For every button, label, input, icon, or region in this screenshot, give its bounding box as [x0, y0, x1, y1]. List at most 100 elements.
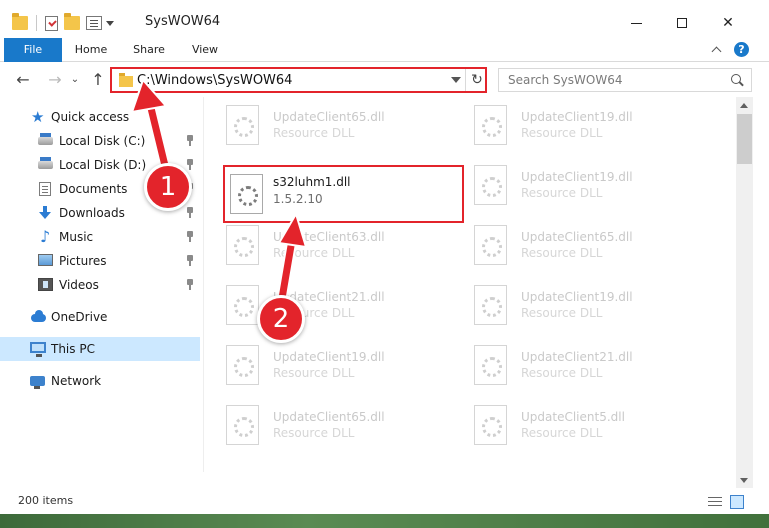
- file-list: UpdateClient65.dll Resource DLL s32luhm1…: [204, 97, 736, 488]
- sidebar-item-pictures[interactable]: Pictures: [0, 249, 200, 273]
- address-bar[interactable]: C:\Windows\SysWOW64 ↻: [110, 67, 487, 93]
- search-input[interactable]: [499, 69, 719, 91]
- file-item[interactable]: UpdateClient65.dll Resource DLL: [452, 221, 692, 277]
- file-item[interactable]: UpdateClient21.dll Resource DLL: [452, 341, 692, 397]
- sidebar-item-label: Network: [51, 374, 102, 388]
- sidebar-item-label: Downloads: [59, 206, 125, 220]
- folder-icon[interactable]: [12, 13, 28, 30]
- recent-locations-button[interactable]: ⌄: [70, 72, 80, 88]
- sidebar-item-music[interactable]: ♪ Music: [0, 225, 200, 249]
- pin-icon[interactable]: [185, 159, 195, 171]
- pin-icon[interactable]: [185, 255, 195, 267]
- sidebar-item-quick-access[interactable]: ★ Quick access: [0, 105, 200, 129]
- file-type: Resource DLL: [521, 246, 603, 260]
- title-bar: SysWOW64 ✕: [0, 0, 769, 38]
- file-item[interactable]: UpdateClient19.dll Resource DLL: [204, 341, 444, 397]
- file-name: UpdateClient65.dll: [521, 230, 633, 244]
- minimize-button[interactable]: [613, 10, 659, 36]
- address-path[interactable]: C:\Windows\SysWOW64: [137, 73, 292, 88]
- tab-view[interactable]: View: [182, 38, 228, 62]
- hard-drive-icon: [38, 157, 53, 169]
- step-2-callout: 2: [257, 295, 305, 343]
- file-name: s32luhm1.dll: [273, 175, 351, 189]
- navigation-bar: ← → ⌄ ↑ C:\Windows\SysWOW64 ↻: [0, 63, 769, 97]
- window-title: SysWOW64: [145, 14, 221, 29]
- close-button[interactable]: ✕: [705, 10, 751, 36]
- details-view-icon[interactable]: [708, 496, 722, 508]
- dll-file-icon: [474, 165, 507, 205]
- tab-share[interactable]: Share: [124, 38, 174, 62]
- file-name: UpdateClient19.dll: [521, 290, 633, 304]
- dll-file-icon: [474, 225, 507, 265]
- search-icon: [731, 74, 741, 84]
- network-icon: [30, 376, 45, 389]
- scroll-down-icon[interactable]: [740, 478, 748, 483]
- documents-icon: [39, 182, 51, 196]
- sidebar-item-onedrive[interactable]: OneDrive: [0, 305, 200, 329]
- pin-icon[interactable]: [185, 135, 195, 147]
- file-type: Resource DLL: [521, 186, 603, 200]
- computer-icon: [30, 342, 46, 357]
- file-type: Resource DLL: [521, 126, 603, 140]
- file-item-highlighted[interactable]: s32luhm1.dll 1.5.2.10: [223, 165, 464, 223]
- file-version: 1.5.2.10: [273, 192, 323, 206]
- customize-toolbar-icon[interactable]: [86, 16, 102, 30]
- refresh-button[interactable]: ↻: [468, 70, 486, 90]
- address-dropdown-icon[interactable]: [451, 77, 461, 83]
- file-item[interactable]: UpdateClient63.dll Resource DLL: [204, 221, 444, 277]
- music-icon: ♪: [40, 227, 51, 246]
- sidebar-item-this-pc[interactable]: This PC: [0, 337, 200, 361]
- help-icon[interactable]: ?: [734, 42, 749, 57]
- file-type: Resource DLL: [273, 426, 355, 440]
- sidebar-item-videos[interactable]: Videos: [0, 273, 200, 297]
- search-box[interactable]: [498, 68, 752, 92]
- up-button[interactable]: ↑: [89, 72, 107, 88]
- maximize-button[interactable]: [659, 10, 705, 36]
- scroll-up-icon[interactable]: [740, 103, 748, 108]
- file-name: UpdateClient65.dll: [273, 410, 385, 424]
- file-item[interactable]: UpdateClient21.dll Resource DLL: [204, 281, 444, 337]
- status-bar: 200 items: [0, 488, 769, 514]
- desktop-background-strip: [0, 514, 769, 528]
- file-item[interactable]: UpdateClient65.dll Resource DLL: [204, 401, 444, 457]
- pin-icon[interactable]: [185, 231, 195, 243]
- maximize-icon: [677, 18, 687, 28]
- file-name: UpdateClient19.dll: [521, 170, 633, 184]
- pin-icon[interactable]: [185, 279, 195, 291]
- large-icons-view-icon[interactable]: [730, 495, 744, 509]
- dll-file-icon: [474, 345, 507, 385]
- file-name: UpdateClient5.dll: [521, 410, 625, 424]
- file-name: UpdateClient65.dll: [273, 110, 385, 124]
- tab-home[interactable]: Home: [66, 38, 116, 62]
- scrollbar-thumb[interactable]: [737, 114, 752, 164]
- videos-icon: [38, 278, 53, 291]
- dll-file-icon: [474, 105, 507, 145]
- vertical-scrollbar[interactable]: [736, 97, 753, 488]
- file-item[interactable]: UpdateClient5.dll Resource DLL: [452, 401, 692, 457]
- file-item[interactable]: UpdateClient19.dll Resource DLL: [452, 281, 692, 337]
- back-button[interactable]: ←: [14, 72, 32, 88]
- star-icon: ★: [31, 108, 45, 126]
- dll-file-icon: [474, 405, 507, 445]
- properties-check-icon[interactable]: [45, 15, 58, 31]
- quick-access-toolbar: [12, 13, 122, 33]
- forward-button[interactable]: →: [46, 72, 64, 88]
- file-name: UpdateClient19.dll: [521, 110, 633, 124]
- file-item[interactable]: UpdateClient19.dll Resource DLL: [452, 101, 692, 157]
- sidebar-item-label: Quick access: [51, 110, 130, 124]
- file-item[interactable]: UpdateClient19.dll Resource DLL: [452, 161, 692, 217]
- minimize-icon: [630, 22, 642, 24]
- sidebar-item-network[interactable]: Network: [0, 369, 200, 393]
- file-name: UpdateClient63.dll: [273, 230, 385, 244]
- sidebar-item-local-disk-c[interactable]: Local Disk (C:): [0, 129, 200, 153]
- file-type: Resource DLL: [521, 366, 603, 380]
- pin-icon[interactable]: [185, 207, 195, 219]
- chevron-down-icon[interactable]: [106, 20, 114, 26]
- dll-file-icon: [226, 285, 259, 325]
- file-type: Resource DLL: [521, 426, 603, 440]
- address-divider: [465, 69, 466, 91]
- tab-file[interactable]: File: [4, 38, 62, 62]
- expand-ribbon-icon[interactable]: [711, 44, 723, 56]
- new-folder-icon[interactable]: [64, 13, 80, 30]
- file-item[interactable]: UpdateClient65.dll Resource DLL: [204, 101, 444, 157]
